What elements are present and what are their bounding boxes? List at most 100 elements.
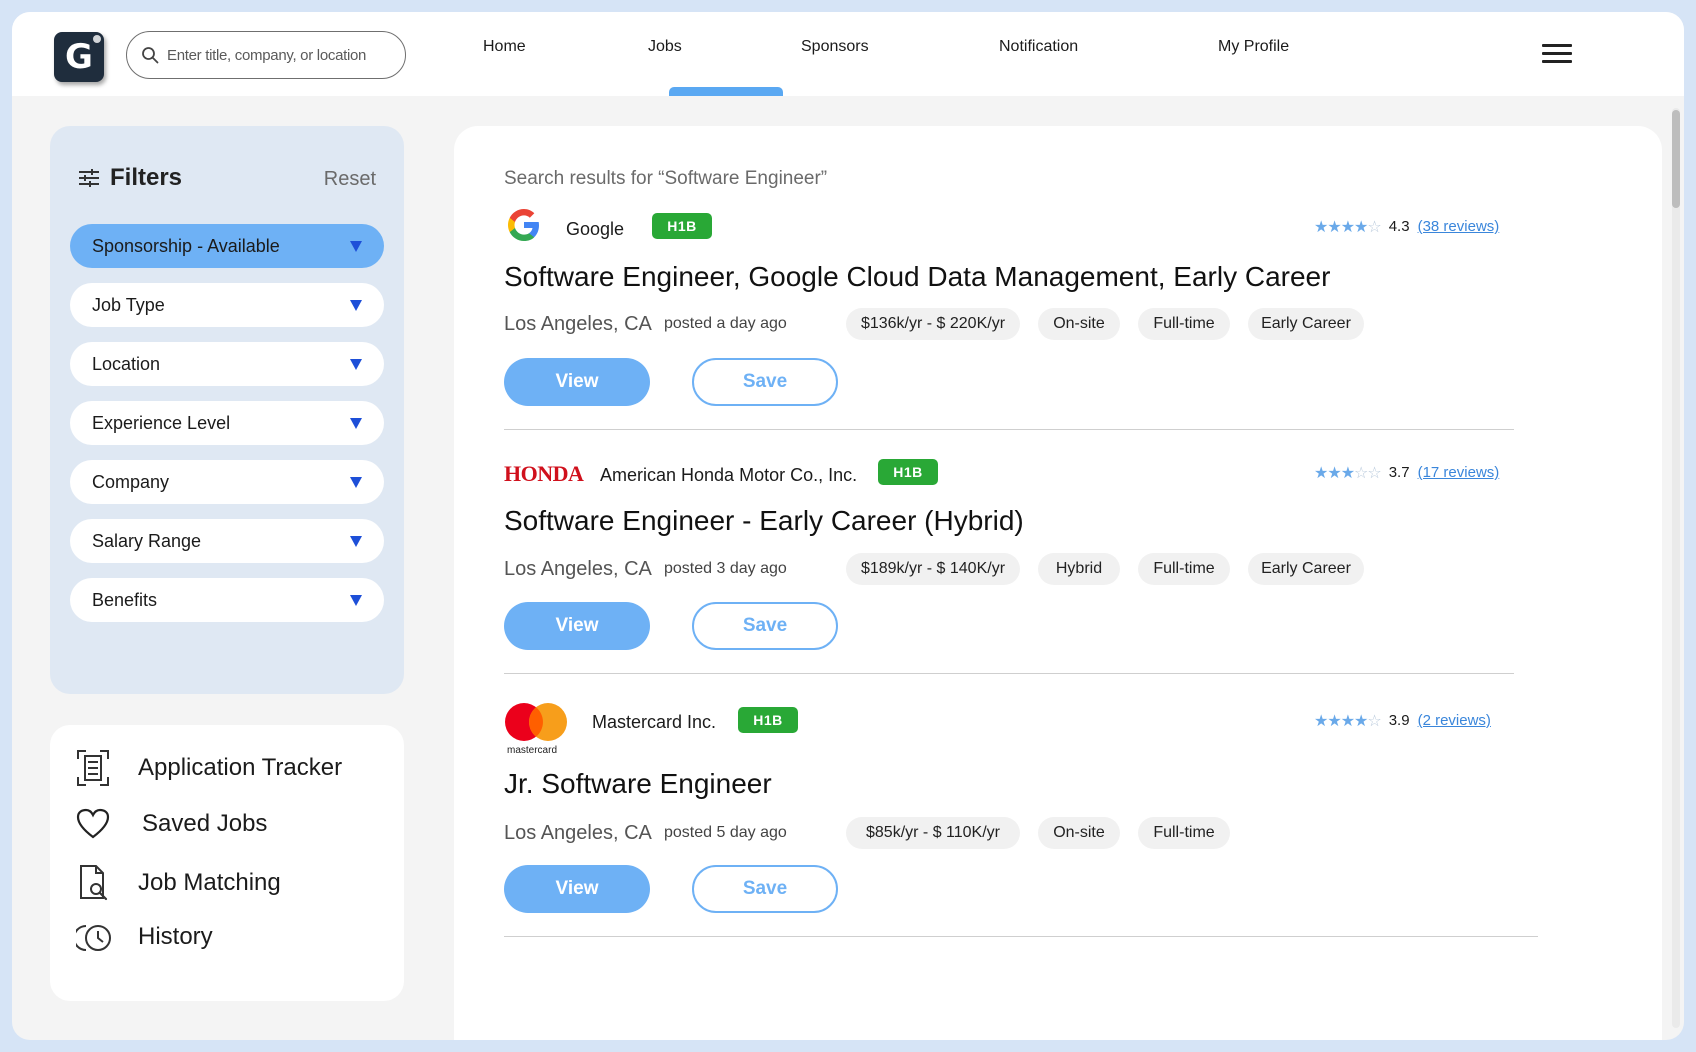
search-icon [142, 47, 159, 64]
filter-company[interactable]: Company [70, 460, 384, 504]
company-name[interactable]: Mastercard Inc. [592, 712, 716, 733]
save-button[interactable]: Save [692, 865, 838, 913]
view-button[interactable]: View [504, 602, 650, 650]
reviews-link[interactable]: (17 reviews) [1418, 464, 1500, 481]
job-meta: Los Angeles, CA posted 3 day ago $189k/y… [504, 552, 1604, 586]
nav-my-profile[interactable]: My Profile [1218, 38, 1289, 56]
salary-tag: $189k/yr - $ 140K/yr [846, 553, 1020, 585]
workplace-tag: On-site [1038, 817, 1120, 849]
reviews-link[interactable]: (2 reviews) [1418, 712, 1491, 729]
divider [504, 673, 1514, 674]
job-location: Los Angeles, CA [504, 557, 652, 580]
nav-notification[interactable]: Notification [999, 38, 1078, 56]
filter-sponsorship-label: Sponsorship - Available [92, 235, 280, 256]
reset-button[interactable]: Reset [324, 168, 376, 191]
filter-location[interactable]: Location [70, 342, 384, 386]
filter-icon [79, 169, 99, 187]
link-saved-jobs-label: Saved Jobs [142, 810, 268, 837]
heart-icon [76, 808, 110, 839]
company-rating: ★★★☆☆ 3.7 (17 reviews) [1314, 463, 1499, 482]
filter-experience-level[interactable]: Experience Level [70, 401, 384, 445]
job-type-tag: Full-time [1138, 553, 1230, 585]
search-results-panel: Search results for “Software Engineer” G… [454, 126, 1662, 1040]
job-search-icon [80, 865, 108, 901]
filters-panel: Filters Reset Sponsorship - Available Jo… [50, 126, 404, 694]
nav-sponsors[interactable]: Sponsors [801, 38, 869, 56]
company-row: Google H1B ★★★★☆ 4.3 (38 reviews) [504, 205, 1604, 245]
filter-benefits[interactable]: Benefits [70, 578, 384, 622]
link-history[interactable]: History [76, 923, 213, 953]
company-name[interactable]: Google [566, 219, 624, 240]
chevron-down-icon [350, 536, 362, 547]
nav-jobs[interactable]: Jobs [648, 38, 682, 56]
link-history-label: History [138, 923, 213, 950]
filter-salary-range[interactable]: Salary Range [70, 519, 384, 563]
chevron-down-icon [350, 300, 362, 311]
search-input[interactable] [167, 46, 387, 64]
company-name[interactable]: American Honda Motor Co., Inc. [600, 465, 857, 486]
company-rating: ★★★★☆ 4.3 (38 reviews) [1314, 217, 1499, 236]
h1b-badge: H1B [878, 459, 938, 485]
save-button[interactable]: Save [692, 602, 838, 650]
filter-job-type[interactable]: Job Type [70, 283, 384, 327]
rating-value: 3.7 [1388, 464, 1410, 481]
app-window: G Home Jobs Sponsors Notification My Pro… [12, 12, 1684, 1040]
link-saved-jobs[interactable]: Saved Jobs [76, 808, 267, 840]
h1b-badge: H1B [738, 707, 798, 733]
company-rating: ★★★★☆ 3.9 (2 reviews) [1314, 711, 1491, 730]
chevron-down-icon [350, 359, 362, 370]
job-meta: Los Angeles, CA posted 5 day ago $85k/yr… [504, 816, 1604, 850]
nav-home[interactable]: Home [483, 38, 526, 56]
history-icon [76, 925, 111, 951]
h1b-badge: H1B [652, 213, 712, 239]
filters-title: Filters [110, 164, 183, 191]
google-logo [508, 209, 539, 241]
view-button[interactable]: View [504, 358, 650, 406]
reviews-link[interactable]: (38 reviews) [1418, 218, 1500, 235]
job-title[interactable]: Software Engineer, Google Cloud Data Man… [504, 261, 1330, 293]
star-icon: ★★★★☆ [1314, 217, 1382, 236]
salary-tag: $85k/yr - $ 110K/yr [846, 817, 1020, 849]
level-tag: Early Career [1248, 553, 1364, 585]
filters-header: Filters [78, 164, 182, 192]
filter-sponsorship[interactable]: Sponsorship - Available [70, 224, 384, 268]
job-location: Los Angeles, CA [504, 821, 652, 844]
level-tag: Early Career [1248, 308, 1364, 340]
link-job-matching[interactable]: Job Matching [76, 863, 281, 901]
divider [504, 429, 1514, 430]
job-posted-time: posted 5 day ago [664, 824, 787, 841]
job-type-tag: Full-time [1138, 817, 1230, 849]
job-meta: Los Angeles, CA posted a day ago $136k/y… [504, 307, 1604, 341]
link-application-tracker[interactable]: Application Tracker [76, 749, 342, 787]
divider [504, 936, 1538, 937]
top-navigation-bar: G Home Jobs Sponsors Notification My Pro… [12, 12, 1684, 96]
menu-icon[interactable] [1542, 44, 1572, 64]
filter-location-label: Location [92, 353, 161, 374]
app-logo[interactable]: G [54, 32, 104, 82]
scrollbar-track[interactable] [1672, 108, 1680, 1028]
job-card: HONDA American Honda Motor Co., Inc. H1B… [504, 451, 1604, 701]
filter-company-label: Company [92, 471, 170, 492]
chevron-down-icon [350, 595, 362, 606]
tracker-icon [77, 750, 109, 786]
mastercard-wordmark: mastercard [507, 745, 557, 756]
mastercard-logo: mastercard [505, 703, 567, 756]
job-title[interactable]: Jr. Software Engineer [504, 768, 772, 800]
view-button[interactable]: View [504, 865, 650, 913]
star-icon: ★★★☆☆ [1314, 463, 1382, 482]
scrollbar-thumb[interactable] [1672, 110, 1680, 208]
job-title[interactable]: Software Engineer - Early Career (Hybrid… [504, 505, 1024, 537]
results-title: Search results for “Software Engineer” [504, 168, 828, 189]
salary-tag: $136k/yr - $ 220K/yr [846, 308, 1020, 340]
filter-job-type-label: Job Type [92, 294, 165, 315]
job-type-tag: Full-time [1138, 308, 1230, 340]
search-box[interactable] [126, 31, 406, 79]
quick-links-panel: Application Tracker Saved Jobs Job Match… [50, 725, 404, 1001]
save-button[interactable]: Save [692, 358, 838, 406]
company-row: HONDA American Honda Motor Co., Inc. H1B… [504, 451, 1604, 491]
job-posted-time: posted 3 day ago [664, 560, 787, 577]
filter-salary-range-label: Salary Range [92, 530, 202, 551]
star-icon: ★★★★☆ [1314, 711, 1382, 730]
filter-experience-level-label: Experience Level [92, 412, 231, 433]
rating-value: 4.3 [1388, 218, 1410, 235]
